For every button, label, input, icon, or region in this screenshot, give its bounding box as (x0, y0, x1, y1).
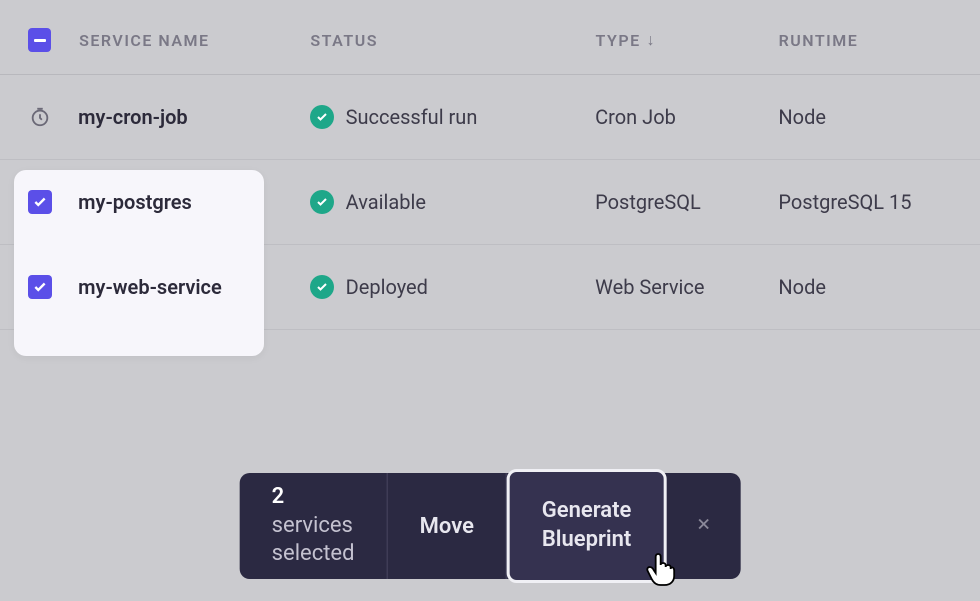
column-header-name[interactable]: SERVICE NAME (79, 31, 310, 50)
success-check-icon (310, 275, 334, 299)
service-name-cell[interactable]: my-cron-job (78, 105, 309, 129)
sort-descending-icon: ↓ (647, 30, 657, 50)
select-all-checkbox[interactable] (28, 28, 51, 52)
runtime-cell: Node (778, 275, 952, 299)
generate-blueprint-button[interactable]: Generate Blueprint (507, 469, 667, 583)
close-action-bar-button[interactable] (666, 473, 740, 579)
close-icon (694, 514, 712, 539)
row-checkbox-checked[interactable] (28, 190, 52, 214)
row-checkbox-checked[interactable] (28, 275, 52, 299)
services-table: SERVICE NAME STATUS TYPE ↓ RUNTIME my-cr… (0, 0, 980, 330)
selected-word: selected (272, 540, 355, 569)
column-header-runtime[interactable]: RUNTIME (779, 31, 952, 50)
column-header-type[interactable]: TYPE ↓ (596, 30, 779, 50)
success-check-icon (310, 190, 334, 214)
table-header-row: SERVICE NAME STATUS TYPE ↓ RUNTIME (0, 0, 980, 75)
cursor-pointer-icon (645, 553, 675, 596)
generate-label-line1: Generate (542, 497, 632, 526)
indeterminate-dash-icon (34, 39, 46, 42)
type-header-label: TYPE (596, 31, 641, 50)
type-cell: PostgreSQL (595, 190, 778, 214)
move-button[interactable]: Move (388, 473, 506, 579)
status-cell: Successful run (310, 105, 596, 129)
table-row[interactable]: my-cron-job Successful run Cron Job Node (0, 75, 980, 160)
bulk-action-bar: 2 services selected Move Generate Bluepr… (240, 473, 741, 579)
services-word: services (272, 513, 353, 538)
success-check-icon (310, 105, 334, 129)
service-name-cell[interactable]: my-web-service (78, 275, 309, 299)
timer-icon (28, 105, 52, 129)
status-text: Deployed (346, 275, 428, 299)
type-cell: Web Service (595, 275, 778, 299)
status-cell: Available (310, 190, 596, 214)
row-icon-column (28, 190, 78, 214)
status-text: Available (346, 190, 426, 214)
status-text: Successful run (346, 105, 478, 129)
status-cell: Deployed (310, 275, 596, 299)
selected-count-number: 2 (272, 484, 285, 509)
runtime-cell: Node (778, 105, 952, 129)
column-header-status[interactable]: STATUS (310, 31, 595, 50)
generate-label-line2: Blueprint (542, 526, 631, 555)
service-name-cell[interactable]: my-postgres (78, 190, 309, 214)
runtime-cell: PostgreSQL 15 (778, 190, 952, 214)
type-cell: Cron Job (595, 105, 778, 129)
selection-count-label: 2 services selected (240, 473, 387, 579)
row-icon-column (28, 275, 78, 299)
row-icon-column (28, 105, 78, 129)
